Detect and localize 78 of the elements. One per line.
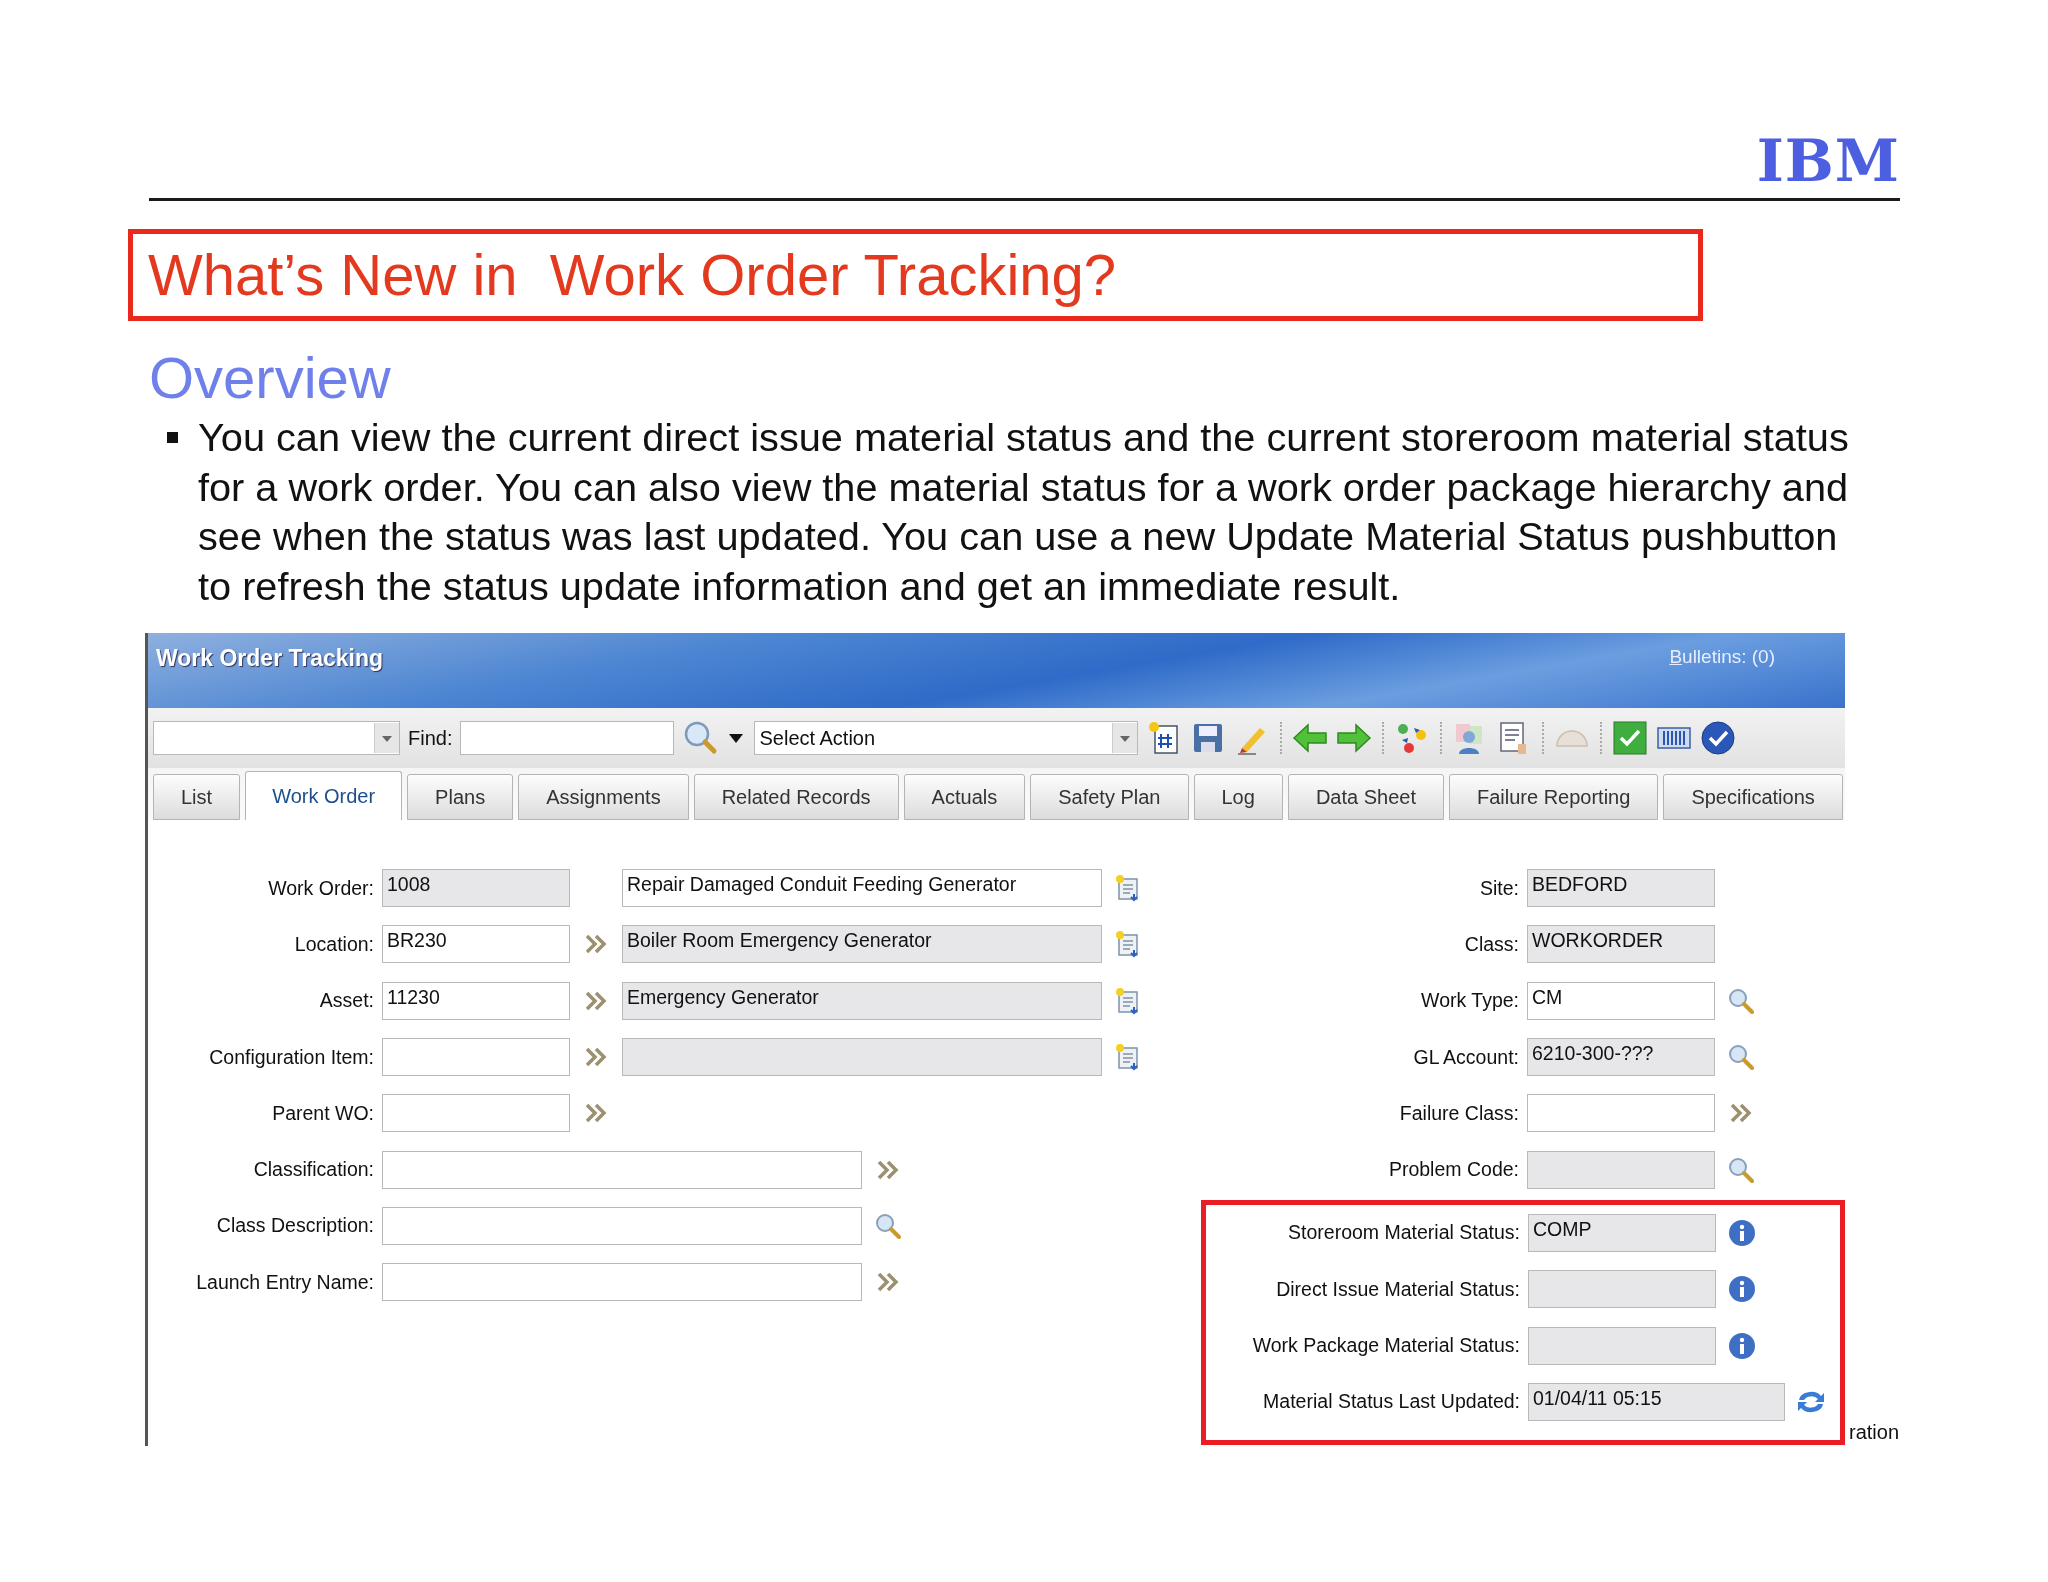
find-label: Find: <box>408 726 453 750</box>
text-field[interactable] <box>382 1150 862 1189</box>
check-square-icon[interactable] <box>1612 720 1649 756</box>
text-field[interactable]: BEDFORD <box>1527 869 1715 908</box>
field-label: Launch Entry Name: <box>195 1270 374 1294</box>
query-dropdown[interactable] <box>153 721 400 755</box>
field-label: Classification: <box>252 1158 374 1182</box>
bullet-text: You can view the current direct issue material status and the current storeroom material status for a work order. You can also view the material status for a work order package hierarchy and see when the status was last updated. You can use a new Update Material Status pushbutton to refresh the status update information and get an immediate result. <box>198 414 1850 610</box>
tab[interactable]: Data Sheet <box>1287 774 1444 820</box>
text-field[interactable] <box>382 1094 570 1133</box>
text-field[interactable]: 1008 <box>382 869 570 908</box>
field-label: Problem Code: <box>1387 1158 1519 1182</box>
tab[interactable]: Failure Reporting <box>1448 774 1659 820</box>
field-label: Site: <box>1478 876 1519 900</box>
field-label: Storeroom Material Status: <box>1287 1221 1520 1245</box>
footer-text: ration <box>1849 1421 1900 1444</box>
double-chevron-icon[interactable] <box>1730 1103 1752 1124</box>
description-field[interactable]: Emergency Generator <box>622 981 1102 1020</box>
search-icon[interactable] <box>682 720 719 756</box>
bullet-icon <box>167 432 178 443</box>
field-label: Failure Class: <box>1398 1101 1519 1125</box>
tab[interactable]: Safety Plan <box>1030 774 1189 820</box>
text-field[interactable] <box>1527 1150 1715 1189</box>
field-label: GL Account: <box>1412 1045 1519 1069</box>
search-icon[interactable] <box>1728 987 1754 1014</box>
text-field[interactable] <box>1528 1270 1716 1309</box>
double-chevron-icon[interactable] <box>877 1272 899 1293</box>
field-label: Class: <box>1463 932 1519 956</box>
tab[interactable]: List <box>153 774 241 820</box>
field-label: Class Description: <box>215 1214 374 1238</box>
field-label: Work Order: <box>267 876 374 900</box>
double-chevron-icon[interactable] <box>585 990 607 1011</box>
check-circle-icon[interactable] <box>1700 720 1737 756</box>
field-label: Work Type: <box>1420 989 1519 1013</box>
description-field[interactable]: Repair Damaged Conduit Feeding Generator <box>622 869 1102 908</box>
double-chevron-icon[interactable] <box>877 1159 899 1180</box>
field-label: Parent WO: <box>271 1101 374 1125</box>
logo: IBM <box>1756 132 1900 197</box>
tab[interactable]: Related Records <box>693 774 899 820</box>
tab[interactable]: Log <box>1193 774 1283 820</box>
search-icon[interactable] <box>1728 1156 1754 1183</box>
description-field[interactable]: Boiler Room Emergency Generator <box>622 925 1102 964</box>
text-field[interactable]: WORKORDER <box>1527 925 1715 964</box>
description-field[interactable] <box>622 1038 1102 1077</box>
find-field[interactable] <box>460 721 675 755</box>
search-icon[interactable] <box>875 1212 901 1239</box>
double-chevron-icon[interactable] <box>585 1047 607 1068</box>
text-field[interactable] <box>1527 1094 1715 1133</box>
text-field[interactable]: COMP <box>1528 1213 1716 1252</box>
text-field[interactable]: 11230 <box>382 981 570 1020</box>
text-field[interactable] <box>1528 1326 1716 1365</box>
text-field[interactable] <box>382 1263 862 1302</box>
info-icon[interactable] <box>1728 1218 1756 1247</box>
text-field[interactable]: BR230 <box>382 925 570 964</box>
field-label: Configuration Item: <box>208 1045 374 1069</box>
field-label: Asset: <box>318 989 374 1013</box>
app-title: Work Order Tracking <box>156 645 384 672</box>
select-action-dropdown[interactable]: Select Action <box>754 721 1139 755</box>
text-field[interactable]: CM <box>1527 981 1715 1020</box>
field-label: Location: <box>293 932 374 956</box>
search-icon[interactable] <box>1728 1044 1754 1071</box>
field-label: Material Status Last Updated: <box>1262 1390 1520 1414</box>
text-field[interactable]: 6210-300-??? <box>1527 1038 1715 1077</box>
tab[interactable]: Actuals <box>903 774 1026 820</box>
tab[interactable]: Plans <box>407 774 514 820</box>
info-icon[interactable] <box>1728 1275 1756 1304</box>
tab[interactable]: Work Order <box>245 771 403 820</box>
field-label: Work Package Material Status: <box>1251 1334 1520 1357</box>
field-label: Direct Issue Material Status: <box>1275 1277 1520 1301</box>
text-field[interactable]: 01/04/11 05:15 <box>1528 1382 1785 1421</box>
tab[interactable]: Assignments <box>518 774 689 820</box>
text-field[interactable] <box>382 1206 862 1245</box>
section-heading: Overview <box>149 349 392 407</box>
tab[interactable]: Specifications <box>1663 774 1843 820</box>
text-field[interactable] <box>382 1038 570 1077</box>
double-chevron-icon[interactable] <box>585 934 607 955</box>
double-chevron-icon[interactable] <box>585 1103 607 1124</box>
info-icon[interactable] <box>1728 1331 1756 1360</box>
